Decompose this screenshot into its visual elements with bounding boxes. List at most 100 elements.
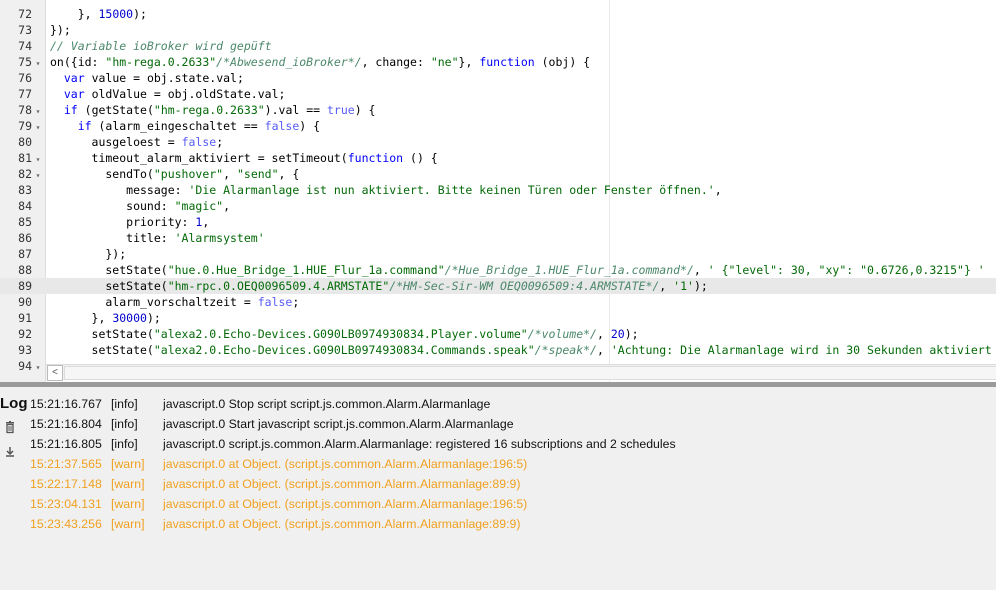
code-token: '1' bbox=[673, 279, 694, 293]
code-text[interactable]: setState("alexa2.0.Echo-Devices.G090LB09… bbox=[50, 342, 992, 358]
code-line[interactable]: 87 }); bbox=[0, 246, 996, 262]
code-token: "alexa2.0.Echo-Devices.G090LB0974930834.… bbox=[153, 343, 535, 357]
log-message: javascript.0 at Object. (script.js.commo… bbox=[163, 457, 528, 471]
scrollbar-thumb[interactable] bbox=[64, 366, 996, 380]
code-token: var bbox=[63, 71, 85, 85]
code-text[interactable]: title: 'Alarmsystem' bbox=[50, 230, 265, 246]
code-token: "ne" bbox=[430, 55, 459, 69]
code-line[interactable]: 77 var oldValue = obj.oldState.val; bbox=[0, 86, 996, 102]
code-text[interactable]: var value = obj.state.val; bbox=[50, 70, 244, 86]
code-line[interactable]: 76 var value = obj.state.val; bbox=[0, 70, 996, 86]
code-text[interactable]: setState("hm-rpc.0.OEQ0096509.4.ARMSTATE… bbox=[50, 278, 707, 294]
code-token: ; bbox=[216, 135, 224, 149]
code-token: (obj) { bbox=[534, 55, 591, 69]
code-token: "hm-rega.0.2633" bbox=[153, 103, 265, 117]
code-text[interactable]: ausgeloest = false; bbox=[50, 134, 224, 150]
code-line[interactable]: 82 ▾ sendTo("pushover", "send", { bbox=[0, 166, 996, 182]
log-message: javascript.0 Start javascript script.js.… bbox=[163, 417, 514, 431]
code-line[interactable]: 85 priority: 1, bbox=[0, 214, 996, 230]
code-token: /*Hue_Bridge_1.HUE_Flur_1a.command*/ bbox=[444, 263, 694, 277]
log-message: javascript.0 script.js.common.Alarm.Alar… bbox=[163, 437, 676, 451]
trash-icon[interactable] bbox=[4, 421, 16, 435]
code-token: "alexa2.0.Echo-Devices.G090LB0974930834.… bbox=[153, 327, 528, 341]
code-token: }, bbox=[458, 55, 480, 69]
log-panel: Log 15:21:16.767 [info] javascript.0 Stop … bbox=[0, 387, 996, 590]
code-line[interactable]: 84 sound: "magic", bbox=[0, 198, 996, 214]
log-message: javascript.0 Stop script script.js.commo… bbox=[163, 397, 491, 411]
log-level: [info] bbox=[111, 417, 138, 431]
code-token: if bbox=[63, 103, 78, 117]
code-line[interactable]: 86 title: 'Alarmsystem' bbox=[0, 230, 996, 246]
code-line[interactable]: 79 ▾ if (alarm_eingeschaltet == false) { bbox=[0, 118, 996, 134]
line-number: 83 bbox=[18, 183, 32, 197]
line-number: 77 bbox=[18, 87, 32, 101]
line-number: 75 bbox=[18, 55, 32, 69]
code-token: , bbox=[693, 263, 708, 277]
code-line[interactable]: 81 ▾ timeout_alarm_aktiviert = setTimeout… bbox=[0, 150, 996, 166]
code-editor[interactable]: 72 }, 15000); 73}); 74// Variable ioBroke… bbox=[0, 0, 996, 382]
code-text[interactable]: setState("hue.0.Hue_Bridge_1.HUE_Flur_1a… bbox=[50, 262, 984, 278]
code-token: /*volume*/ bbox=[527, 327, 597, 341]
scroll-left-button[interactable]: < bbox=[47, 365, 63, 381]
line-number: 73 bbox=[18, 23, 32, 37]
download-icon[interactable] bbox=[4, 445, 16, 459]
code-text[interactable]: message: 'Die Alarmanlage ist nun aktivi… bbox=[50, 182, 721, 198]
line-number: 90 bbox=[18, 295, 32, 309]
code-text[interactable]: }); bbox=[50, 246, 126, 262]
code-text[interactable]: var oldValue = obj.oldState.val; bbox=[50, 86, 286, 102]
code-text[interactable]: sendTo("pushover", "send", { bbox=[50, 166, 299, 182]
code-token: , bbox=[596, 327, 611, 341]
code-token: setState( bbox=[50, 263, 168, 277]
code-text[interactable]: // Variable ioBroker wird gepüft bbox=[50, 38, 272, 54]
code-text[interactable]: }); bbox=[50, 22, 71, 38]
code-line[interactable]: 74 // Variable ioBroker wird gepüft bbox=[0, 38, 996, 54]
code-token: , change: bbox=[361, 55, 431, 69]
code-line[interactable]: 90 alarm_vorschaltzeit = false; bbox=[0, 294, 996, 310]
code-token: 20 bbox=[610, 327, 625, 341]
code-token: , bbox=[202, 215, 210, 229]
code-line[interactable]: 93 setState("alexa2.0.Echo-Devices.G090L… bbox=[0, 342, 996, 358]
horizontal-scrollbar[interactable]: < bbox=[46, 364, 996, 381]
code-token: 'Alarmsystem' bbox=[174, 231, 265, 245]
code-token: alarm_vorschaltzeit = bbox=[50, 295, 258, 309]
code-text[interactable]: timeout_alarm_aktiviert = setTimeout(fun… bbox=[50, 150, 438, 166]
code-text[interactable]: }, 15000); bbox=[50, 6, 154, 22]
log-time: 15:23:43.256 bbox=[30, 517, 102, 531]
code-line[interactable]: 72 }, 15000); bbox=[0, 6, 996, 22]
code-text[interactable]: }, 30000); bbox=[50, 310, 161, 326]
code-text[interactable]: priority: 1, bbox=[50, 214, 209, 230]
code-line[interactable]: 80 ausgeloest = false; bbox=[0, 134, 996, 150]
code-token: ) { bbox=[299, 119, 321, 133]
code-token: ) { bbox=[354, 103, 376, 117]
code-token: priority: bbox=[50, 215, 196, 229]
code-token: true bbox=[326, 103, 355, 117]
log-time: 15:21:16.804 bbox=[30, 417, 102, 431]
log-title: Log bbox=[0, 395, 28, 412]
code-token: function bbox=[347, 151, 404, 165]
code-line[interactable]: 92 setState("alexa2.0.Echo-Devices.G090L… bbox=[0, 326, 996, 342]
code-line[interactable]: 73}); bbox=[0, 22, 996, 38]
code-text[interactable]: if (alarm_eingeschaltet == false) { bbox=[50, 118, 320, 134]
code-line[interactable]: 78 ▾ if (getState("hm-rega.0.2633").val =… bbox=[0, 102, 996, 118]
line-number: 78 bbox=[18, 103, 32, 117]
code-text[interactable]: setState("alexa2.0.Echo-Devices.G090LB09… bbox=[50, 326, 639, 342]
code-line[interactable]: 89 setState("hm-rpc.0.OEQ0096509.4.ARMST… bbox=[0, 278, 996, 294]
code-line[interactable]: 75 ▾ on({id: "hm-rega.0.2633"/*Abwesend_io… bbox=[0, 54, 996, 70]
code-text[interactable]: on({id: "hm-rega.0.2633"/*Abwesend_ioBro… bbox=[50, 54, 590, 70]
code-token: var bbox=[63, 87, 85, 101]
line-number: 72 bbox=[18, 7, 32, 21]
code-line[interactable]: 83 message: 'Die Alarmanlage ist nun akt… bbox=[0, 182, 996, 198]
code-text[interactable]: if (getState("hm-rega.0.2633").val == tr… bbox=[50, 102, 376, 118]
code-text[interactable]: alarm_vorschaltzeit = false; bbox=[50, 294, 299, 310]
code-line[interactable]: 88 setState("hue.0.Hue_Bridge_1.HUE_Flur… bbox=[0, 262, 996, 278]
fold-toggle-icon[interactable]: ▾ bbox=[32, 360, 44, 376]
line-number: 86 bbox=[18, 231, 32, 245]
code-token: , { bbox=[278, 167, 300, 181]
code-text[interactable]: sound: "magic", bbox=[50, 198, 230, 214]
code-line[interactable]: 91 }, 30000); bbox=[0, 310, 996, 326]
line-number: 82 bbox=[18, 167, 32, 181]
